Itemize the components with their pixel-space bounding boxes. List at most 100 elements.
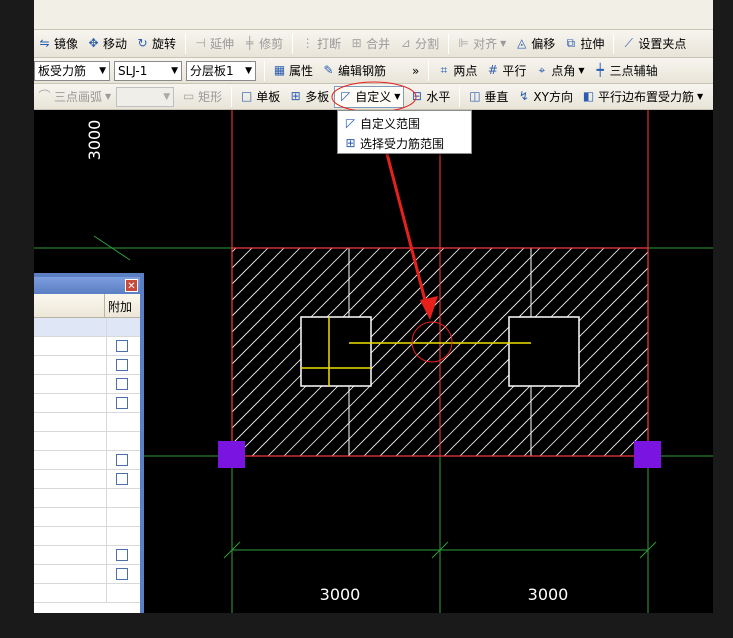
panel-row[interactable] — [34, 318, 140, 337]
column-divider — [106, 356, 107, 375]
panel-row[interactable] — [34, 489, 140, 508]
hatch-line — [587, 395, 648, 456]
stretch-button[interactable]: ⧉ 拉伸 — [560, 33, 607, 55]
additional-checkbox[interactable] — [116, 359, 128, 371]
column-divider — [106, 413, 107, 432]
three-point-aux-button[interactable]: ┿ 三点辅轴 — [590, 60, 661, 82]
panel-row[interactable] — [34, 508, 140, 527]
menu-item-select-rebar-range[interactable]: ⊞ 选择受力筋范围 — [338, 133, 471, 153]
rotate-icon: ↻ — [137, 36, 148, 50]
split-icon: ⊿ — [400, 36, 411, 50]
property-panel: ✕ 附加 — [34, 273, 144, 613]
panel-row[interactable] — [34, 337, 140, 356]
panel-row[interactable] — [34, 375, 140, 394]
properties-button[interactable]: ▦ 属性 — [269, 60, 316, 82]
separator — [428, 60, 430, 81]
separator — [292, 33, 294, 54]
layer-select[interactable]: 分层板1 ▼ — [186, 60, 256, 81]
additional-checkbox[interactable] — [116, 397, 128, 409]
annotation-ellipse — [331, 81, 417, 113]
point-angle-icon: ⌖ — [538, 63, 546, 77]
align-button[interactable]: ⊫ 对齐 ▼ — [453, 33, 509, 55]
toolbar-edit: ⇋ 镜像 ✥ 移动 ↻ 旋转 ⊣ 延伸 ╪ 修剪 ⋮ 打断 ⊞ 合并 ⊿ 分割 ⊫ 对齐 ▼ ◬ 偏移… — [34, 30, 713, 58]
hatch-line — [267, 248, 477, 456]
panel-row[interactable] — [34, 356, 140, 375]
two-points-icon: ⌗ — [440, 63, 448, 77]
column-divider — [106, 565, 107, 584]
dimension-label-right: 3000 — [528, 585, 569, 604]
chevron-down-icon: ▼ — [99, 65, 106, 76]
column-divider — [106, 432, 107, 451]
set-grip-button[interactable]: ⟋ 设置夹点 — [618, 33, 689, 55]
three-point-aux-icon: ┿ — [596, 63, 604, 77]
additional-checkbox[interactable] — [116, 549, 128, 561]
panel-row[interactable] — [34, 546, 140, 565]
dimension-label-vertical: 3000 — [85, 120, 104, 161]
panel-header: 附加 — [34, 294, 140, 318]
grip-handle — [218, 441, 245, 468]
chevron-right-icon: » — [412, 63, 420, 78]
two-points-button[interactable]: ⌗ 两点 — [433, 60, 480, 82]
parallel-button[interactable]: # 平行 — [482, 60, 529, 82]
break-button[interactable]: ⋮ 打断 — [297, 33, 344, 55]
merge-icon: ⊞ — [351, 36, 362, 50]
column-divider — [106, 546, 107, 565]
panel-row[interactable] — [34, 394, 140, 413]
menu-item-custom-range[interactable]: ◸ 自定义范围 — [338, 113, 471, 133]
additional-checkbox[interactable] — [116, 340, 128, 352]
close-icon[interactable]: ✕ — [125, 279, 138, 292]
panel-row[interactable] — [34, 584, 140, 603]
extend-button[interactable]: ⊣ 延伸 — [190, 33, 237, 55]
additional-checkbox[interactable] — [116, 454, 128, 466]
break-icon: ⋮ — [301, 36, 314, 50]
column-divider — [104, 294, 105, 318]
hatch-line — [619, 427, 648, 456]
edit-rebar-button[interactable]: ✎ 编辑钢筋 — [318, 60, 389, 82]
panel-row[interactable] — [34, 527, 140, 546]
column-divider — [106, 394, 107, 413]
column-divider — [106, 584, 107, 603]
point-angle-button[interactable]: ⌖ 点角 ▼ — [531, 60, 587, 82]
grip-handle — [634, 441, 661, 468]
element-name-select[interactable]: SLJ-1 ▼ — [114, 60, 182, 81]
additional-checkbox[interactable] — [116, 568, 128, 580]
mirror-button[interactable]: ⇋ 镜像 — [34, 33, 81, 55]
extend-icon: ⊣ — [195, 36, 206, 50]
align-icon: ⊫ — [458, 36, 469, 50]
grip-icon: ⟋ — [624, 36, 634, 50]
hatch-line — [652, 248, 713, 456]
panel-row[interactable] — [34, 565, 140, 584]
column-divider — [106, 527, 107, 546]
column-left — [300, 316, 372, 387]
merge-button[interactable]: ⊞ 合并 — [346, 33, 393, 55]
panel-row[interactable] — [34, 413, 140, 432]
split-button[interactable]: ⊿ 分割 — [395, 33, 442, 55]
panel-row[interactable] — [34, 470, 140, 489]
annotation-arrow-head — [420, 296, 438, 320]
panel-row[interactable] — [34, 451, 140, 470]
separator — [613, 33, 615, 54]
chevron-down-icon: ▼ — [578, 66, 585, 75]
chevron-down-icon: ▼ — [171, 65, 178, 76]
additional-checkbox[interactable] — [116, 378, 128, 390]
toolbar-top-left[interactable] — [34, 4, 40, 26]
column-divider — [106, 489, 107, 508]
trim-icon: ╪ — [245, 36, 254, 50]
overflow-button[interactable]: » — [409, 60, 422, 82]
separator — [264, 60, 265, 81]
panel-titlebar[interactable]: ✕ — [34, 277, 140, 294]
hatch-line — [668, 248, 713, 456]
offset-button[interactable]: ◬ 偏移 — [511, 33, 558, 55]
hatch-line — [475, 283, 648, 456]
column-divider — [106, 375, 107, 394]
separator — [448, 33, 450, 54]
select-rebar-range-icon: ⊞ — [345, 135, 356, 150]
move-button[interactable]: ✥ 移动 — [83, 33, 130, 55]
rotate-button[interactable]: ↻ 旋转 — [132, 33, 179, 55]
separator — [185, 33, 187, 54]
panel-row[interactable] — [34, 432, 140, 451]
additional-checkbox[interactable] — [116, 473, 128, 485]
trim-button[interactable]: ╪ 修剪 — [239, 33, 286, 55]
element-type-select[interactable]: 板受力筋 ▼ — [34, 60, 110, 81]
edit-rebar-icon: ✎ — [323, 63, 334, 77]
